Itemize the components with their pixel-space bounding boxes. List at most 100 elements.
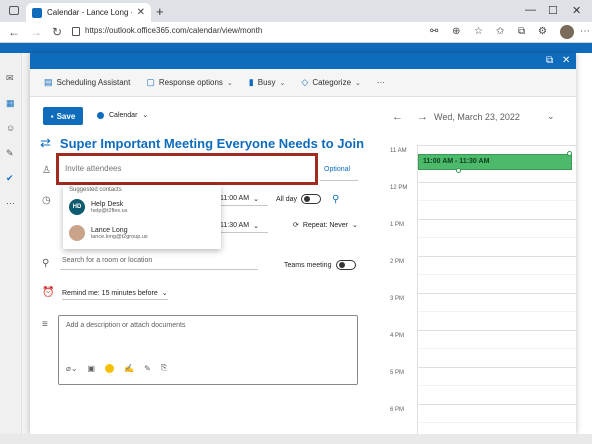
zoom-icon[interactable]: ⊕ xyxy=(452,26,460,37)
insert-icon[interactable]: ⎘ xyxy=(161,363,167,373)
scheduling-assistant-button[interactable]: ▤ Scheduling Assistant xyxy=(44,77,130,88)
contact-name: Help Desk xyxy=(91,200,124,208)
chevron-down-icon: ⌄ xyxy=(355,79,361,87)
contact-item[interactable]: HD Help Desk help@t2flex.us xyxy=(69,199,127,215)
half-hour-line xyxy=(418,237,576,238)
contact-item[interactable]: Lance Long lance.long@t2group.us xyxy=(69,225,148,241)
hour-label: 11 AM xyxy=(390,148,407,154)
refresh-icon[interactable]: ↻ xyxy=(52,25,62,39)
all-day-toggle-group: All day xyxy=(276,194,322,204)
attendees-field[interactable] xyxy=(56,153,318,185)
emoji-icon[interactable] xyxy=(105,363,115,373)
hour-label: 4 PM xyxy=(390,333,405,339)
hour-line xyxy=(418,145,576,146)
window-close-icon[interactable]: ✕ xyxy=(572,4,581,17)
hour-label: 3 PM xyxy=(390,296,405,302)
teams-meeting-group: Teams meeting xyxy=(284,260,357,270)
format-icon[interactable]: ✍ xyxy=(124,364,134,373)
scheduling-icon: ▤ xyxy=(44,77,53,87)
description-toolbar: ⌀⌄ ▣ ✍ ✎ ⎘ xyxy=(66,363,167,373)
description-editor[interactable]: Add a description or attach documents ⌀⌄… xyxy=(58,315,358,385)
suggested-contacts-dropdown: Suggested contacts HD Help Desk help@t2f… xyxy=(63,185,221,249)
read-aloud-icon[interactable]: ⚯ xyxy=(430,26,438,37)
favorite-icon[interactable]: ☆ xyxy=(474,26,483,37)
more-apps-icon[interactable]: ⋯ xyxy=(6,198,15,209)
all-day-toggle[interactable] xyxy=(301,194,322,204)
browser-menu-icon[interactable]: ⋯ xyxy=(580,26,590,37)
end-time-select[interactable]: 11:30 AM ⌄ xyxy=(220,219,268,233)
previous-day-icon[interactable]: ← xyxy=(392,111,403,123)
start-time-select[interactable]: 11:00 AM ⌄ xyxy=(220,192,268,206)
contact-email: help@t2flex.us xyxy=(91,207,128,214)
repeat-select[interactable]: ⟳ Repeat: Never ⌄ xyxy=(293,221,358,230)
calendar-background xyxy=(575,53,592,444)
people-icon[interactable]: ☺ xyxy=(6,123,15,133)
maximize-icon[interactable]: ☐ xyxy=(548,4,558,17)
calendar-color-dot xyxy=(97,111,104,119)
todo-icon[interactable]: ✔ xyxy=(6,173,14,184)
dialog-titlebar: ⧉ ✕ xyxy=(30,53,576,69)
teams-meeting-toggle[interactable] xyxy=(336,260,357,270)
contact-email: lance.long@t2group.us xyxy=(91,233,148,240)
hour-line xyxy=(418,404,576,405)
busy-button[interactable]: ▮ Busy ⌄ xyxy=(249,77,286,88)
contact-avatar: HD xyxy=(69,199,85,215)
half-hour-line xyxy=(418,348,576,349)
attach-icon[interactable]: ⌀⌄ xyxy=(66,364,78,373)
collections-icon[interactable]: ⧉ xyxy=(518,26,525,37)
invite-attendees-input[interactable] xyxy=(65,164,295,173)
attach-icon[interactable]: ✎ xyxy=(6,148,14,159)
event-time-label: 11:00 AM - 11:30 AM xyxy=(423,158,490,165)
timezone-icon[interactable]: ⚲ xyxy=(332,194,339,205)
new-tab-button[interactable]: + xyxy=(156,4,164,19)
url-field[interactable]: https://outlook.office365.com/calendar/v… xyxy=(85,26,262,35)
next-day-icon[interactable]: → xyxy=(417,111,428,123)
location-underline xyxy=(60,269,258,270)
response-options-button[interactable]: ▢ Response options ⌄ xyxy=(146,77,232,88)
lock-icon xyxy=(72,27,80,36)
day-view-date: Wed, March 23, 2022 xyxy=(434,112,520,122)
more-options-button[interactable]: ··· xyxy=(377,78,385,87)
forward-icon[interactable]: → xyxy=(30,25,42,39)
back-icon[interactable]: ← xyxy=(8,25,20,39)
tab-actions-icon[interactable] xyxy=(9,6,19,15)
outlook-header xyxy=(0,43,592,53)
dialog-close-icon[interactable]: ✕ xyxy=(562,55,570,66)
favorites-bar-icon[interactable]: ✩ xyxy=(496,26,504,37)
calendar-event-block[interactable]: 11:00 AM - 11:30 AM xyxy=(418,154,572,170)
image-icon[interactable]: ▣ xyxy=(88,364,96,373)
tab-close-icon[interactable]: ✕ xyxy=(137,7,145,18)
scheduling-assistant-label: Scheduling Assistant xyxy=(56,78,131,87)
response-options-icon: ▢ xyxy=(146,77,155,87)
draw-icon[interactable]: ✎ xyxy=(144,364,151,373)
hour-label: 1 PM xyxy=(390,222,405,228)
hour-line xyxy=(418,330,576,331)
browser-tab[interactable]: Calendar - Lance Long - Outlook ✕ xyxy=(26,3,151,22)
busy-label: Busy xyxy=(257,78,276,87)
minimize-icon[interactable]: — xyxy=(525,4,536,16)
chevron-down-icon: ⌄ xyxy=(226,79,233,87)
extensions-icon[interactable]: ⚙ xyxy=(538,26,547,37)
optional-attendees-link[interactable]: Optional xyxy=(324,166,350,173)
hour-label: 5 PM xyxy=(390,370,405,376)
categorize-button[interactable]: ◇ Categorize ⌄ xyxy=(301,77,360,88)
hour-line xyxy=(418,367,576,368)
chevron-down-icon[interactable]: ⌄ xyxy=(547,111,555,122)
save-button[interactable]: ▪ Save xyxy=(43,107,83,125)
description-icon: ≡ xyxy=(42,319,48,330)
hour-line xyxy=(418,293,576,294)
profile-avatar[interactable] xyxy=(560,25,574,39)
event-title[interactable]: Super Important Meeting Everyone Needs t… xyxy=(60,136,364,151)
popout-icon[interactable]: ⧉ xyxy=(546,55,553,66)
resize-handle-top[interactable] xyxy=(567,151,572,156)
address-bar: ← → ↻ https://outlook.office365.com/cale… xyxy=(0,22,592,43)
teams-meeting-label: Teams meeting xyxy=(284,261,332,269)
all-day-label: All day xyxy=(276,195,298,203)
location-input[interactable]: Search for a room or location xyxy=(62,257,152,264)
reminder-select[interactable]: Remind me: 15 minutes before ⌄ xyxy=(62,287,168,300)
calendar-label: Calendar xyxy=(109,111,138,119)
calendar-selector[interactable]: Calendar ⌄ xyxy=(97,111,148,119)
mail-icon[interactable]: ✉ xyxy=(6,73,14,84)
calendar-icon[interactable]: ▦ xyxy=(6,98,15,109)
resize-handle-bottom[interactable] xyxy=(456,168,461,173)
